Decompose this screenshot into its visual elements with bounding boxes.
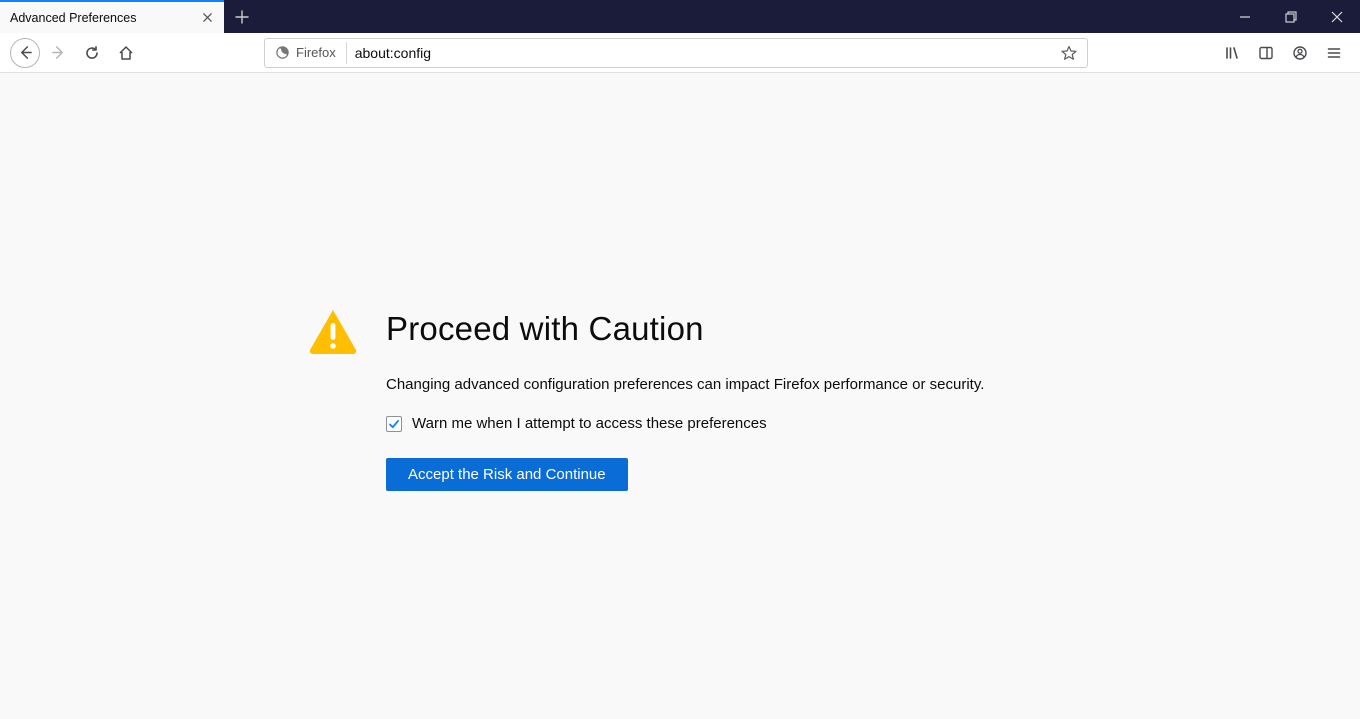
nav-forward-button[interactable] (42, 37, 74, 69)
toolbar-right-icons (1216, 37, 1350, 69)
caution-body: Proceed with Caution Changing advanced c… (386, 308, 984, 491)
page-content: Proceed with Caution Changing advanced c… (0, 73, 1360, 719)
library-icon (1224, 45, 1240, 61)
warning-triangle-icon (308, 308, 358, 354)
reload-icon (84, 45, 100, 61)
minimize-icon (1239, 11, 1251, 23)
account-icon (1292, 45, 1308, 61)
star-icon (1061, 45, 1077, 61)
hamburger-icon (1326, 45, 1342, 61)
window-close-button[interactable] (1314, 0, 1360, 33)
warn-checkbox-row[interactable]: Warn me when I attempt to access these p… (386, 415, 984, 432)
new-tab-button[interactable] (224, 0, 260, 33)
close-icon (1331, 11, 1343, 23)
window-minimize-button[interactable] (1222, 0, 1268, 33)
caution-container: Proceed with Caution Changing advanced c… (308, 308, 984, 491)
sidebar-icon (1258, 45, 1274, 61)
close-icon (202, 12, 213, 23)
tab-title: Advanced Preferences (10, 11, 198, 25)
caution-description: Changing advanced configuration preferen… (386, 376, 984, 393)
bookmark-star-button[interactable] (1055, 39, 1083, 67)
library-button[interactable] (1216, 37, 1248, 69)
accept-risk-button[interactable]: Accept the Risk and Continue (386, 458, 628, 491)
warn-checkbox[interactable] (386, 416, 402, 432)
caution-title: Proceed with Caution (386, 310, 984, 348)
tab-strip-spacer (260, 0, 1222, 33)
url-identity-box[interactable]: Firefox (269, 42, 347, 64)
home-icon (118, 45, 134, 61)
tab-close-button[interactable] (198, 9, 216, 27)
nav-toolbar: Firefox (0, 33, 1360, 73)
tab-strip: Advanced Preferences (0, 0, 1360, 33)
window-restore-button[interactable] (1268, 0, 1314, 33)
arrow-right-icon (51, 45, 66, 60)
browser-tab[interactable]: Advanced Preferences (0, 0, 224, 33)
window-controls (1222, 0, 1360, 33)
url-identity-label: Firefox (296, 45, 336, 60)
checkmark-icon (388, 418, 400, 430)
app-menu-button[interactable] (1318, 37, 1350, 69)
nav-reload-button[interactable] (76, 37, 108, 69)
nav-back-button[interactable] (10, 38, 40, 68)
firefox-brand-icon (275, 45, 290, 60)
warn-checkbox-label: Warn me when I attempt to access these p… (412, 415, 767, 432)
url-bar[interactable]: Firefox (264, 38, 1088, 68)
url-input[interactable] (347, 39, 1055, 67)
account-button[interactable] (1284, 37, 1316, 69)
restore-icon (1285, 11, 1297, 23)
plus-icon (235, 10, 249, 24)
arrow-left-icon (18, 45, 33, 60)
sidebar-button[interactable] (1250, 37, 1282, 69)
nav-home-button[interactable] (110, 37, 142, 69)
